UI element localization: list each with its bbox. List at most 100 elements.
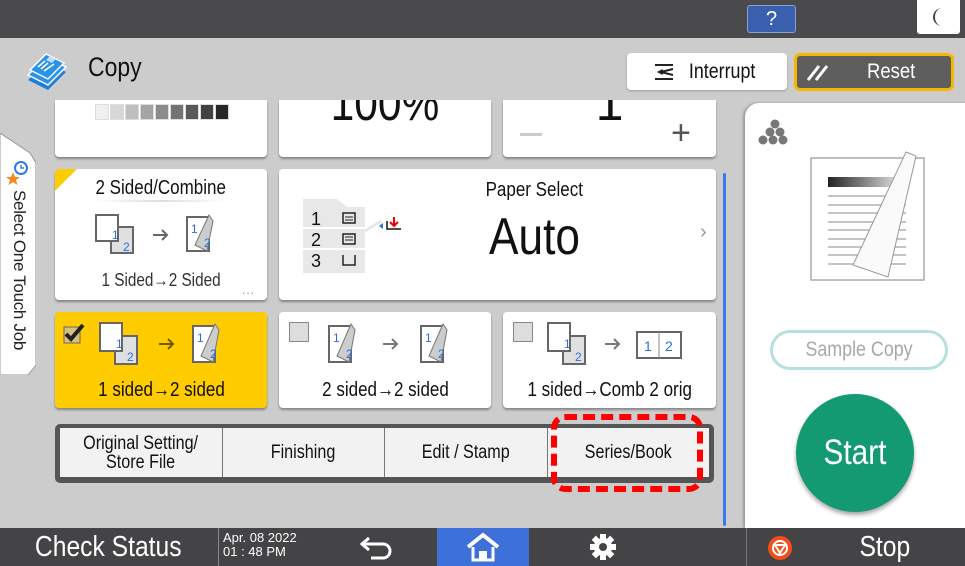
density-level-7 [185,104,199,120]
svg-text:2: 2 [204,236,211,250]
home-button[interactable] [437,528,529,566]
back-arrow-icon [359,536,392,560]
checkbox-unchecked-icon[interactable] [289,322,309,342]
side-tab-label-wrap: Select One Touch Job [9,190,29,360]
paper-tray-icon: 1 2 3 [303,199,401,273]
duplex-title: 2 Sided/Combine [95,177,227,199]
density-level-6 [170,104,184,120]
home-icon [466,532,500,562]
ratio-value: 100% [330,100,440,131]
tab-edit-stamp[interactable]: Edit / Stamp [385,428,548,477]
svg-text:1: 1 [116,337,123,351]
option-2-sided-to-2-sided[interactable]: 1 2 1 2 2 sided→2 sided [279,312,491,408]
svg-text:2: 2 [665,338,673,354]
duplex-subtitle: 1 Sided→2 Sided [101,270,221,290]
start-button[interactable]: Start [796,394,914,512]
option-1-sided-to-combine-2-originals[interactable]: 1 2 1 2 1 sided→Comb 2 orig [503,312,716,408]
time-text: 01 : 48 PM [223,544,286,559]
density-scale [95,104,229,120]
tab-label-line2: Store File [106,451,176,473]
scrollbar[interactable] [723,173,726,526]
paper-select-card[interactable]: 1 2 3 Paper Select Auto › [279,169,716,300]
duplex-combine-card[interactable]: 2 Sided/Combine 1 2 1 2 1 Sided→2 Sided … [55,169,267,300]
date-text: Apr. 08 2022 [223,530,297,545]
check-status-button[interactable]: Check Status [0,528,217,566]
density-card[interactable] [55,100,267,157]
paper-select-title: Paper Select [485,179,583,201]
title-underline [95,200,227,202]
option-1-sided-to-2-sided[interactable]: 1 2 1 2 1 sided→2 sided [55,312,267,408]
svg-text:2: 2 [123,240,130,254]
svg-text:2: 2 [346,347,353,361]
moon-icon [932,8,942,26]
paper-select-value: Auto [488,208,580,266]
svg-text:1: 1 [112,228,119,242]
option-label: 1 sided→2 sided [97,379,225,401]
stop-button[interactable]: Stop [746,528,965,566]
copy-screen: ? Copy Interrupt Reset Select One Touch … [0,0,965,566]
checkbox-unchecked-icon[interactable] [513,322,533,342]
top-status-bar [0,0,965,38]
favorite-history-icon [6,160,30,190]
interrupt-icon [654,63,674,80]
svg-text:2: 2 [210,347,217,361]
svg-text:1: 1 [333,331,340,345]
density-level-5 [155,104,169,120]
energy-saver-button[interactable] [917,0,960,34]
combine-two-originals-icon: 1 2 1 2 [547,322,682,365]
svg-text:1: 1 [197,331,204,345]
reset-button[interactable]: Reset [794,53,954,91]
reproduction-ratio-card[interactable]: 100% [279,100,491,157]
checkbox-checked-icon[interactable] [63,322,85,344]
tab-label-line1: Original Setting/ [83,432,199,454]
svg-text:2: 2 [438,347,445,361]
tab-label: Edit / Stamp [421,442,510,463]
chevron-right-icon: › [700,221,707,243]
interrupt-button[interactable]: Interrupt [627,53,787,90]
copy-app-icon [26,53,68,90]
quantity-card[interactable]: 1 + [503,100,716,157]
series-book-highlight-annotation [551,414,703,492]
tab-label: Finishing [270,442,336,463]
svg-text:1: 1 [191,222,198,236]
back-button[interactable] [318,528,436,566]
reset-icon [806,65,829,81]
interrupt-label: Interrupt [688,59,756,83]
tab-finishing[interactable]: Finishing [222,428,385,477]
two-to-two-sided-icon: 1 2 1 2 [328,322,448,363]
svg-text:1: 1 [425,331,432,345]
one-to-two-sided-icon: 1 2 1 2 [99,322,220,365]
gear-icon [590,534,616,560]
tray-2-label: 2 [311,230,321,250]
stop-label: Stop [859,531,911,563]
side-tab-label: Select One Touch Job [10,190,29,351]
date-time-display: Apr. 08 2022 01 : 48 PM [218,528,318,566]
settings-button[interactable] [529,528,677,566]
reset-label: Reset [867,60,916,83]
density-level-1 [95,104,109,120]
option-label: 1 sided→Comb 2 orig [527,379,692,401]
svg-text:1: 1 [644,338,652,354]
tab-original-setting-store-file[interactable]: Original Setting/Store File [60,428,223,477]
tray-3-label: 3 [311,251,321,271]
sample-copy-button[interactable]: Sample Copy [770,330,948,370]
svg-text:1: 1 [564,337,571,351]
density-level-9 [215,104,229,120]
quantity-plus-button[interactable]: + [671,116,691,150]
more-options-icon[interactable]: ... [242,283,255,297]
svg-text:2: 2 [575,350,582,364]
svg-text:2: 2 [127,350,134,364]
app-title: Copy [88,52,142,82]
stop-icon [768,536,792,560]
quantity-minus-button[interactable] [520,133,542,136]
tray-1-label: 1 [311,209,321,229]
copy-preview-icon [810,151,925,281]
density-level-3 [125,104,139,120]
density-level-8 [200,104,214,120]
one-to-two-sided-icon: 1 2 1 2 [95,213,214,254]
density-level-2 [110,104,124,120]
density-level-4 [140,104,154,120]
toner-dots-icon [758,119,788,145]
option-label: 2 sided→2 sided [321,379,449,401]
help-button[interactable]: ? [747,5,796,33]
